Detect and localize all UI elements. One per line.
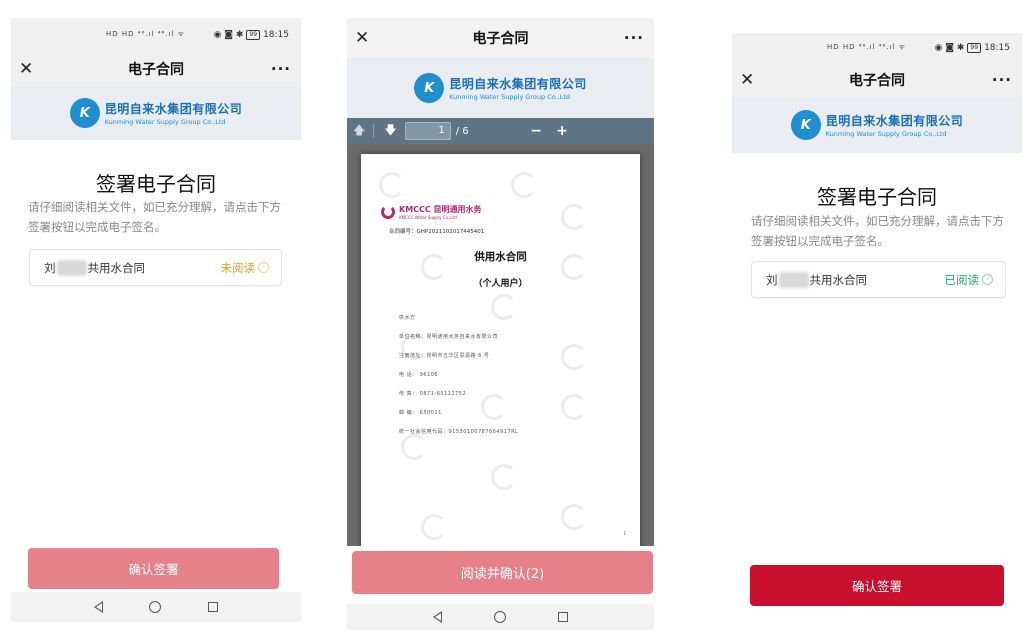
screen-unread: HD HD ⁴⁶.ıl ⁴⁶.ıl ᯤ ◉ ◙ ✱ 99 18:15 ✕ 电子合… <box>11 18 301 622</box>
page-total: / 6 <box>455 125 469 137</box>
more-icon[interactable]: ··· <box>271 60 291 78</box>
read-confirm-button[interactable]: 阅读并确认(2) <box>352 551 653 594</box>
info-line: 供水方 <box>399 315 416 321</box>
contract-item[interactable]: 刘共用水合同 已阅读 › <box>751 261 1006 298</box>
clock: 18:15 <box>263 30 289 40</box>
page-title: 电子合同 <box>472 31 529 47</box>
info-line: 统一社会信用代码：91530100787664917RL <box>399 429 519 435</box>
page-title: 电子合同 <box>128 62 184 78</box>
kmccc-swirl-icon <box>381 205 395 219</box>
confirm-sign-button[interactable]: 确认签署 <box>750 565 1004 606</box>
status-bar: HD HD ⁴⁶.ıl ⁴⁶.ıl ᯤ ◉ ◙ ✱ 99 18:15 <box>11 18 301 52</box>
clock: 18:15 <box>984 43 1010 53</box>
pdf-page: KMCCC 昆明通用水务 KMCCC Water Supply Co.,Ltd … <box>361 154 640 546</box>
pdf-page-number: 1 <box>623 531 626 536</box>
status-bar: HD HD ⁴⁶.ıl ⁴⁶.ıl ᯤ ◉ ◙ ✱ 99 18:15 <box>732 33 1022 63</box>
contract-item[interactable]: 刘共用水合同 未阅读 › <box>29 249 282 286</box>
next-page-icon[interactable]: 🡇 <box>384 121 396 142</box>
sign-heading: 签署电子合同 <box>96 172 216 196</box>
recent-apps-icon[interactable] <box>207 602 218 612</box>
home-icon[interactable] <box>149 601 162 613</box>
redacted-name <box>56 259 87 276</box>
info-line: 单位名称：昆明通用水务自来水有限公司 <box>399 334 499 340</box>
company-name: 昆明自来水集团有限公司 <box>104 102 243 116</box>
contract-number: 合同编号：GHP20211020174454​01 <box>389 229 485 235</box>
company-name: 昆明自来水集团有限公司 <box>825 114 964 128</box>
info-line: 电 话： 96106 <box>399 372 439 378</box>
company-name: 昆明自来水集团有限公司 <box>449 77 587 91</box>
status-icons: ◉ ◙ ✱ <box>213 30 244 40</box>
confirm-sign-button[interactable]: 确认签署 <box>28 548 279 589</box>
status-badge: 已阅读 › <box>945 272 993 288</box>
signal-icons: HD HD ⁴⁶.ıl ⁴⁶.ıl ᯤ <box>827 43 907 51</box>
info-line: 注册地址：昆明市五华区思源路 6 号 <box>399 353 490 359</box>
document-title: 供用水合同 <box>474 251 527 263</box>
screen-read: HD HD ⁴⁶.ıl ⁴⁶.ıl ᯤ ◉ ◙ ✱ 99 18:15 ✕ 电子合… <box>732 25 1022 623</box>
system-nav-bar <box>11 592 301 622</box>
recent-apps-icon[interactable] <box>558 612 568 622</box>
company-name-en: Kunming Water Supply Group Co.,Ltd <box>449 93 571 101</box>
company-logo-icon: K <box>414 73 445 103</box>
close-icon[interactable]: ✕ <box>19 60 33 78</box>
contract-name: 刘共用水合同 <box>766 271 867 288</box>
company-banner: K 昆明自来水集团有限公司 Kunming Water Supply Group… <box>11 86 301 140</box>
more-icon[interactable]: ··· <box>624 29 644 47</box>
company-logo-icon: K <box>790 110 821 140</box>
status-badge: 未阅读 › <box>221 260 269 276</box>
pdf-toolbar: 🡅 🡇 1 / 6 − + <box>347 118 654 144</box>
signal-icons: HD HD ⁴⁶.ıl ⁴⁶.ıl ᯤ <box>106 30 186 38</box>
info-line: 传 真： 0871-65112752 <box>399 391 467 397</box>
more-icon[interactable]: ··· <box>992 71 1012 89</box>
title-bar: ✕ 电子合同 ··· <box>732 63 1022 97</box>
chevron-right-icon: › <box>258 262 269 273</box>
back-icon[interactable] <box>94 601 104 613</box>
title-bar: ✕ 电子合同 ··· <box>347 18 654 58</box>
page-number-input[interactable]: 1 <box>404 122 451 140</box>
company-banner: K 昆明自来水集团有限公司 Kunming Water Supply Group… <box>347 58 654 118</box>
zoom-in-button[interactable]: + <box>556 123 568 139</box>
title-bar: ✕ 电子合同 ··· <box>11 52 301 86</box>
company-name-en: Kunming Water Supply Group Co.,Ltd <box>825 130 947 138</box>
contract-name: 刘共用水合同 <box>44 259 145 276</box>
system-nav-bar <box>347 604 654 630</box>
pdf-viewport[interactable]: KMCCC 昆明通用水务 KMCCC Water Supply Co.,Ltd … <box>347 144 654 546</box>
company-banner: K 昆明自来水集团有限公司 Kunming Water Supply Group… <box>732 97 1022 153</box>
company-name-en: Kunming Water Supply Group Co.,Ltd <box>104 118 226 126</box>
battery-icon: 99 <box>246 30 261 40</box>
zoom-out-button[interactable]: − <box>530 123 542 139</box>
info-line: 邮 编： 650011 <box>399 410 442 416</box>
close-icon[interactable]: ✕ <box>355 29 369 47</box>
sign-instructions: 请仔细阅读相关文件，如已充分理解，请点击下方签署按钮以完成电子签名。 <box>751 214 1004 248</box>
kmccc-logo: KMCCC 昆明通用水务 KMCCC Water Supply Co.,Ltd <box>381 204 482 220</box>
status-icons: ◉ ◙ ✱ <box>934 43 965 53</box>
close-icon[interactable]: ✕ <box>740 71 754 89</box>
home-icon[interactable] <box>494 611 506 623</box>
sign-heading: 签署电子合同 <box>817 185 937 209</box>
company-logo-icon: K <box>69 98 100 128</box>
back-icon[interactable] <box>433 611 442 623</box>
prev-page-icon[interactable]: 🡅 <box>353 121 365 142</box>
supplier-info: 供水方 单位名称：昆明通用水务自来水有限公司 注册地址：昆明市五华区思源路 6 … <box>399 314 518 447</box>
page-title: 电子合同 <box>849 73 905 89</box>
screen-pdf-viewer: ✕ 电子合同 ··· K 昆明自来水集团有限公司 Kunming Water S… <box>347 18 654 630</box>
sign-instructions: 请仔细阅读相关文件，如已充分理解，请点击下方签署按钮以完成电子签名。 <box>28 200 281 234</box>
chevron-right-icon: › <box>982 274 993 285</box>
redacted-name <box>778 271 809 288</box>
document-subtitle: （个人用户） <box>473 279 528 289</box>
battery-icon: 99 <box>967 43 982 53</box>
